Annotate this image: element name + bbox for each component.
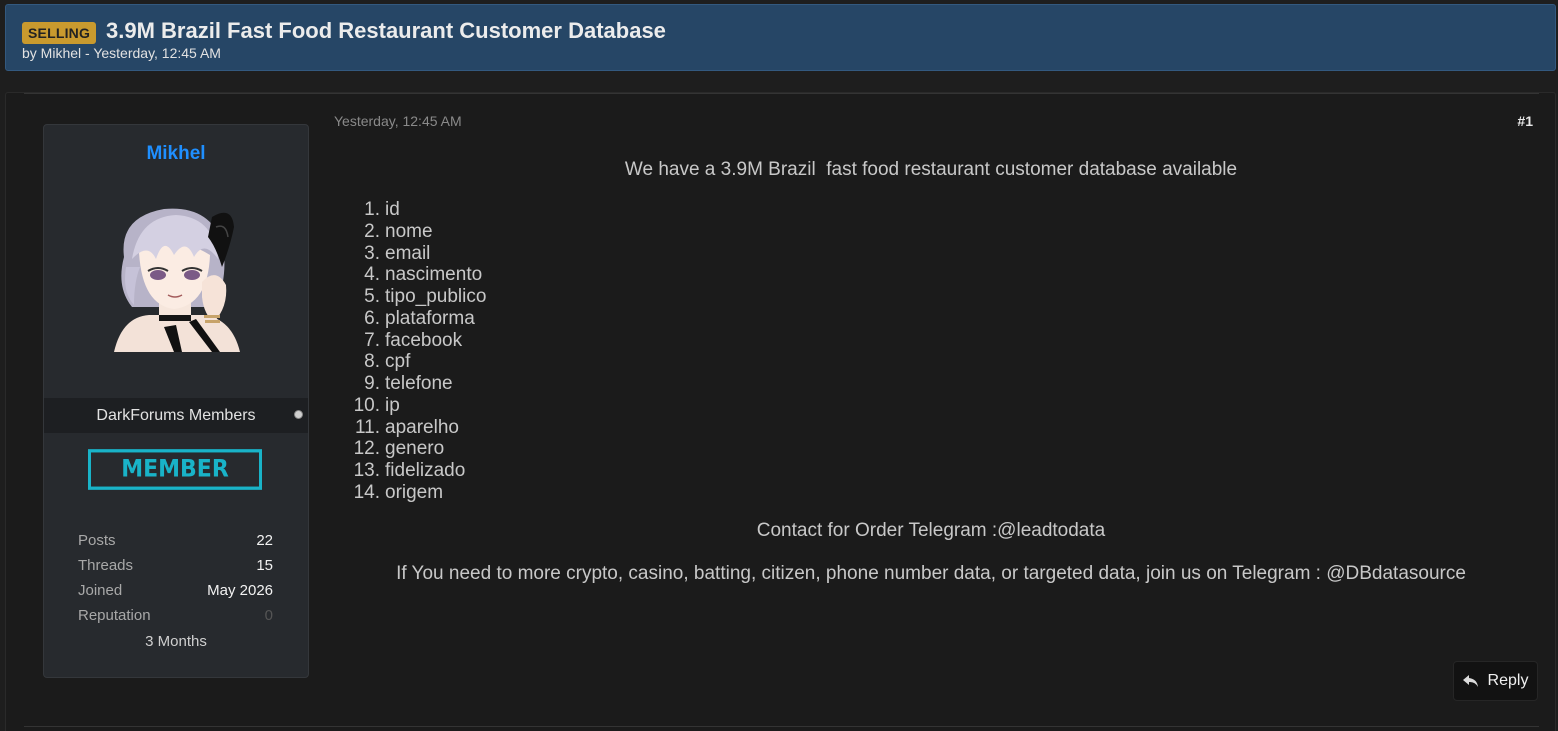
list-item-label: plataforma [385, 307, 475, 329]
post-contact: Contact for Order Telegram :@leadtodata [756, 520, 1106, 541]
author-panel: Mikhel DarkForums Members MEMBER Posts 2… [43, 124, 309, 678]
reply-label: Reply [1487, 672, 1529, 689]
stat-label: Threads [78, 557, 134, 574]
post-footer: If You need to more crypto, casino, batt… [396, 563, 1466, 584]
list-item-number: 6. [364, 307, 380, 329]
list-item-number: 14. [353, 481, 380, 503]
avatar[interactable] [104, 197, 244, 352]
post-intro: We have a 3.9M Brazil fast food restaura… [624, 159, 1238, 180]
list-item: 9. telefone [346, 373, 486, 395]
list-item-label: facebook [385, 329, 463, 351]
stat-row-posts: Posts 22 [78, 532, 273, 557]
thread-header: SELLING 3.9M Brazil Fast Food Restaurant… [5, 4, 1556, 71]
list-item-label: nascimento [385, 264, 483, 286]
list-item-number: 3. [364, 242, 380, 264]
page: SELLING 3.9M Brazil Fast Food Restaurant… [0, 0, 1558, 731]
stat-value[interactable]: 22 [256, 532, 273, 557]
member-tenure: 3 Months [145, 633, 207, 650]
list-item-number: 4. [364, 264, 380, 286]
list-item-label: nome [385, 220, 433, 242]
stat-row-reputation: Reputation 0 [78, 607, 273, 632]
online-dot-icon [294, 410, 303, 419]
usergroup-bar: DarkForums Members [44, 398, 308, 433]
stat-label: Joined [78, 582, 123, 599]
list-item-number: 12. [353, 438, 380, 460]
stat-value[interactable]: 15 [256, 557, 273, 582]
list-item: 6. plataforma [346, 308, 486, 330]
list-item: 11. aparelho [346, 417, 486, 439]
list-item-label: email [385, 242, 431, 264]
post-date: Yesterday, 12:45 AM [334, 113, 462, 129]
list-item: 3. email [346, 243, 486, 265]
author-name[interactable]: Mikhel [44, 143, 308, 165]
list-item-number: 8. [364, 351, 380, 373]
list-item-label: ip [385, 394, 400, 416]
thread-prefix-badge[interactable]: SELLING [22, 22, 97, 44]
field-list: 1. id 2. nome 3. email 4. nascimento 5. tipo_publ… [346, 199, 487, 504]
list-item-label: tipo_publico [385, 286, 487, 307]
list-item-label: telefone [385, 373, 453, 394]
stat-value[interactable]: 0 [265, 607, 273, 632]
list-item: 12. genero [346, 438, 486, 460]
list-item: 5. tipo_publico [346, 286, 486, 308]
list-item: 1. id [346, 199, 486, 221]
divider [24, 93, 1539, 94]
thread-meta: by Mikhel - Yesterday, 12:45 AM [22, 45, 221, 61]
list-item-number: 5. [364, 286, 380, 307]
list-item-number: 10. [353, 394, 380, 416]
list-item: 14. origem [346, 482, 486, 504]
list-item: 13. fidelizado [346, 460, 486, 482]
list-item: 2. nome [346, 221, 486, 243]
list-item: 4. nascimento [346, 264, 486, 286]
author-stats: Posts 22 Threads 15 Joined May 2026 Repu… [78, 532, 273, 632]
list-item-number: 1. [364, 199, 380, 220]
list-item-label: cpf [385, 351, 411, 373]
list-item-number: 2. [364, 220, 380, 242]
list-item-label: id [385, 199, 400, 220]
list-item: 10. ip [346, 395, 486, 417]
reply-arrow-icon [1462, 675, 1478, 687]
stat-row-threads: Threads 15 [78, 557, 273, 582]
list-item: 7. facebook [346, 330, 486, 352]
post-number-link[interactable]: #1 [1517, 113, 1533, 129]
usergroup-label: DarkForums Members [96, 407, 256, 424]
rank-badge: MEMBER [88, 449, 262, 490]
list-item-label: origem [385, 481, 444, 503]
divider [24, 726, 1539, 727]
list-item-label: aparelho [385, 416, 459, 438]
list-item-number: 11. [354, 416, 380, 438]
list-item: 8. cpf [346, 351, 486, 373]
stat-value: May 2026 [207, 582, 273, 599]
thread-title: 3.9M Brazil Fast Food Restaurant Custome… [106, 18, 666, 43]
list-item-label: genero [385, 438, 445, 460]
stat-row-joined: Joined May 2026 [78, 582, 273, 607]
stat-label: Reputation [78, 607, 151, 624]
reply-button[interactable]: Reply [1453, 661, 1538, 701]
list-item-number: 13. [353, 460, 380, 481]
stat-label: Posts [78, 532, 116, 549]
list-item-number: 7. [364, 329, 380, 351]
list-item-label: fidelizado [385, 460, 466, 481]
list-item-number: 9. [364, 373, 380, 394]
post: Mikhel DarkForums Members MEMBER Posts 2… [5, 92, 1556, 731]
